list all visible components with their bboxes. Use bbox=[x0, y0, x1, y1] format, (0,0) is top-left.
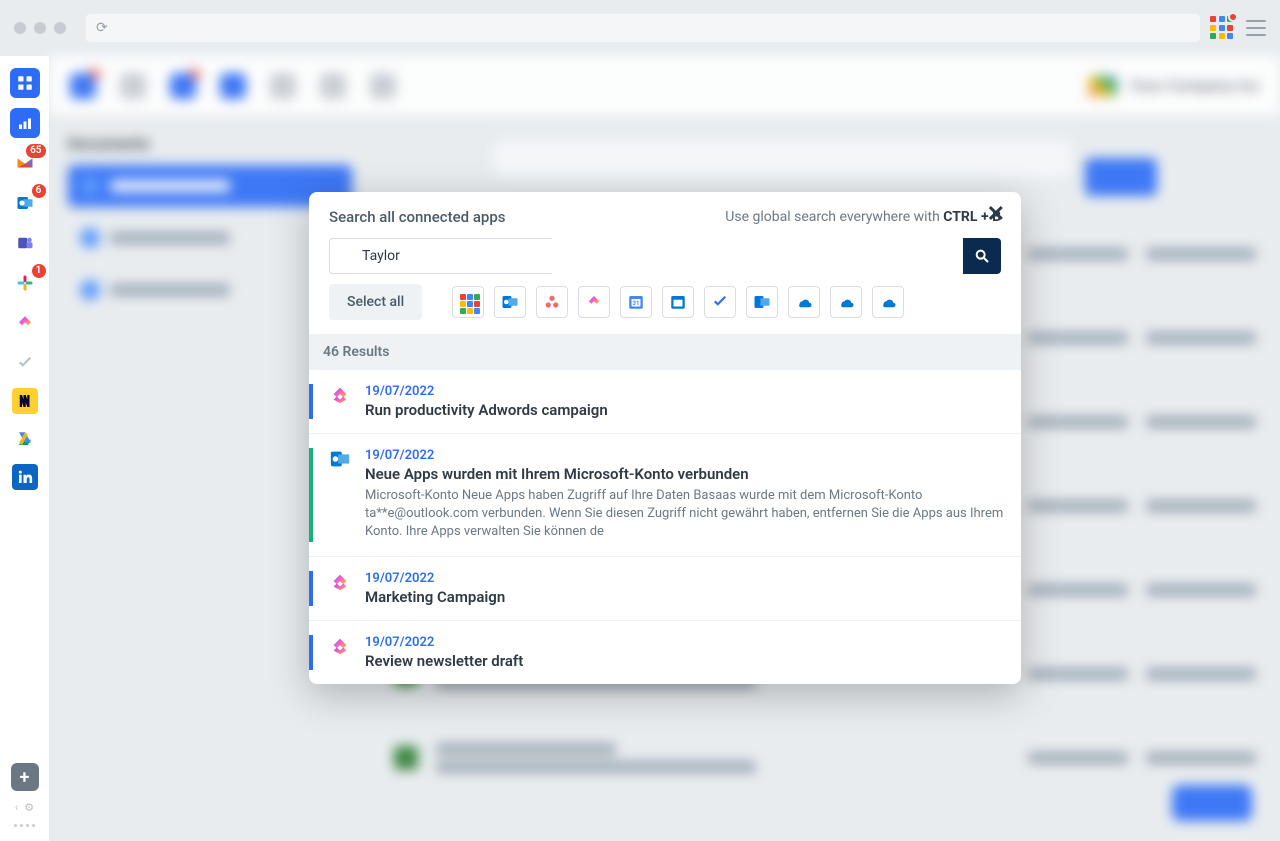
notification-dot-icon bbox=[1228, 12, 1238, 22]
rail-slack[interactable]: 1 bbox=[10, 268, 40, 298]
menu-icon[interactable] bbox=[1246, 20, 1266, 36]
filter-basaas[interactable] bbox=[452, 286, 484, 318]
clickup-icon bbox=[329, 571, 353, 595]
filter-onedrive2[interactable] bbox=[830, 286, 862, 318]
filter-outlook2[interactable] bbox=[746, 286, 778, 318]
rail-miro[interactable] bbox=[12, 388, 38, 414]
result-accent bbox=[309, 384, 313, 419]
outlook-badge: 6 bbox=[32, 184, 46, 198]
result-accent bbox=[309, 635, 313, 670]
filter-onedrive1[interactable] bbox=[788, 286, 820, 318]
result-item[interactable]: 19/07/2022 Review newsletter draft bbox=[309, 621, 1021, 684]
app-rail: 65 6 1 + ‹ ⚙ bbox=[0, 56, 50, 841]
rail-home[interactable] bbox=[10, 68, 40, 98]
close-icon[interactable]: ✕ bbox=[987, 202, 1005, 227]
result-date: 19/07/2022 bbox=[365, 448, 1005, 463]
filter-onedrive3[interactable] bbox=[872, 286, 904, 318]
svg-text:31: 31 bbox=[633, 300, 640, 307]
search-input[interactable] bbox=[329, 238, 552, 274]
rail-outlook[interactable]: 6 bbox=[10, 188, 40, 218]
rail-linkedin[interactable] bbox=[12, 464, 38, 490]
result-date: 19/07/2022 bbox=[365, 635, 1005, 650]
filter-clickup[interactable] bbox=[578, 286, 610, 318]
global-search-modal: ✕ Search all connected apps Use global s… bbox=[309, 192, 1021, 684]
result-accent bbox=[309, 571, 313, 606]
add-app-button[interactable]: + bbox=[11, 763, 39, 791]
rail-tasks[interactable] bbox=[10, 348, 40, 378]
rail-clickup[interactable] bbox=[10, 308, 40, 338]
result-snippet: Microsoft-Konto Neue Apps haben Zugriff … bbox=[365, 487, 1005, 542]
filter-gcal[interactable]: 31 bbox=[620, 286, 652, 318]
result-date: 19/07/2022 bbox=[365, 384, 1005, 399]
result-item[interactable]: 19/07/2022 Neue Apps wurden mit Ihrem Mic… bbox=[309, 434, 1021, 557]
result-title: Neue Apps wurden mit Ihrem Microsoft-Kon… bbox=[365, 465, 1005, 483]
slack-badge: 1 bbox=[32, 264, 46, 278]
result-date: 19/07/2022 bbox=[365, 571, 1005, 586]
clickup-icon bbox=[329, 384, 353, 408]
overlay: ✕ Search all connected apps Use global s… bbox=[50, 56, 1280, 841]
results-list: 19/07/2022 Run productivity Adwords campa… bbox=[309, 370, 1021, 684]
modal-title: Search all connected apps bbox=[329, 208, 506, 226]
rail-drag-handle-icon[interactable] bbox=[14, 824, 35, 827]
gmail-badge: 65 bbox=[26, 144, 45, 158]
filter-asana[interactable] bbox=[536, 286, 568, 318]
window-controls[interactable] bbox=[14, 22, 66, 34]
filter-todo[interactable] bbox=[704, 286, 736, 318]
reload-icon[interactable]: ⟳ bbox=[96, 20, 108, 36]
result-item[interactable]: 19/07/2022 Marketing Campaign bbox=[309, 557, 1021, 621]
result-item[interactable]: 19/07/2022 Run productivity Adwords campa… bbox=[309, 370, 1021, 434]
result-title: Marketing Campaign bbox=[365, 588, 1005, 606]
rail-dashboard[interactable] bbox=[10, 108, 40, 138]
modal-hint: Use global search everywhere with CTRL +… bbox=[725, 209, 1001, 225]
results-count: 46 Results bbox=[309, 334, 1021, 370]
select-all-button[interactable]: Select all bbox=[329, 284, 422, 320]
result-accent bbox=[309, 448, 313, 542]
result-title: Review newsletter draft bbox=[365, 652, 1005, 670]
filter-outlook-cal[interactable] bbox=[662, 286, 694, 318]
url-bar[interactable]: ⟳ bbox=[86, 14, 1200, 42]
clickup-icon bbox=[329, 635, 353, 659]
browser-bar: ⟳ bbox=[0, 0, 1280, 56]
chevron-left-icon[interactable]: ‹ bbox=[15, 801, 18, 814]
rail-gmail[interactable]: 65 bbox=[10, 148, 40, 178]
filter-outlook[interactable] bbox=[494, 286, 526, 318]
rail-drive[interactable] bbox=[10, 424, 40, 454]
outlook-icon bbox=[329, 448, 353, 472]
rail-nav-arrows[interactable]: ‹ ⚙ bbox=[15, 801, 34, 814]
search-button[interactable] bbox=[963, 238, 1001, 274]
rail-teams[interactable] bbox=[10, 228, 40, 258]
result-title: Run productivity Adwords campaign bbox=[365, 401, 1005, 419]
gear-icon[interactable]: ⚙ bbox=[24, 801, 34, 814]
